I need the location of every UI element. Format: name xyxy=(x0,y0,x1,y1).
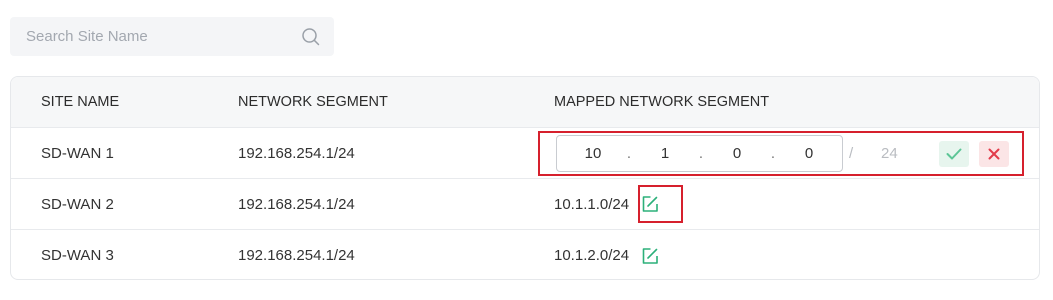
column-header-site-name: SITE NAME xyxy=(41,94,120,110)
search-input[interactable] xyxy=(26,28,300,45)
site-name-cell: SD-WAN 1 xyxy=(41,144,114,162)
table-row: SD-WAN 2 192.168.254.1/24 10.1.1.0/24 xyxy=(11,179,1039,230)
site-mapping-table: SITE NAME NETWORK SEGMENT MAPPED NETWORK… xyxy=(10,76,1040,280)
network-segment-cell: 192.168.254.1/24 xyxy=(238,247,355,264)
edit-icon[interactable] xyxy=(639,245,661,267)
network-segment-cell: 192.168.254.1/24 xyxy=(238,195,355,213)
table-header: SITE NAME NETWORK SEGMENT MAPPED NETWORK… xyxy=(11,77,1039,128)
highlight-box-edit-row xyxy=(538,131,1024,176)
mapped-segment-value: 10.1.2.0/24 xyxy=(554,247,630,264)
mapped-segment-value: 10.1.1.0/24 xyxy=(554,195,630,213)
table-row: SD-WAN 1 192.168.254.1/24 . . . / 24 xyxy=(11,128,1039,179)
column-header-network-segment: NETWORK SEGMENT xyxy=(238,94,388,110)
column-header-mapped-network-segment: MAPPED NETWORK SEGMENT xyxy=(554,94,770,110)
highlight-box-edit-icon xyxy=(638,185,683,223)
site-name-cell: SD-WAN 3 xyxy=(41,247,114,264)
search-icon[interactable] xyxy=(300,26,322,48)
site-name-cell: SD-WAN 2 xyxy=(41,195,114,213)
network-segment-cell: 192.168.254.1/24 xyxy=(238,144,355,162)
mapped-segment-cell: 10.1.2.0/24 xyxy=(554,230,661,279)
table-row: SD-WAN 3 192.168.254.1/24 10.1.2.0/24 xyxy=(11,230,1039,279)
search-box[interactable] xyxy=(10,17,334,56)
